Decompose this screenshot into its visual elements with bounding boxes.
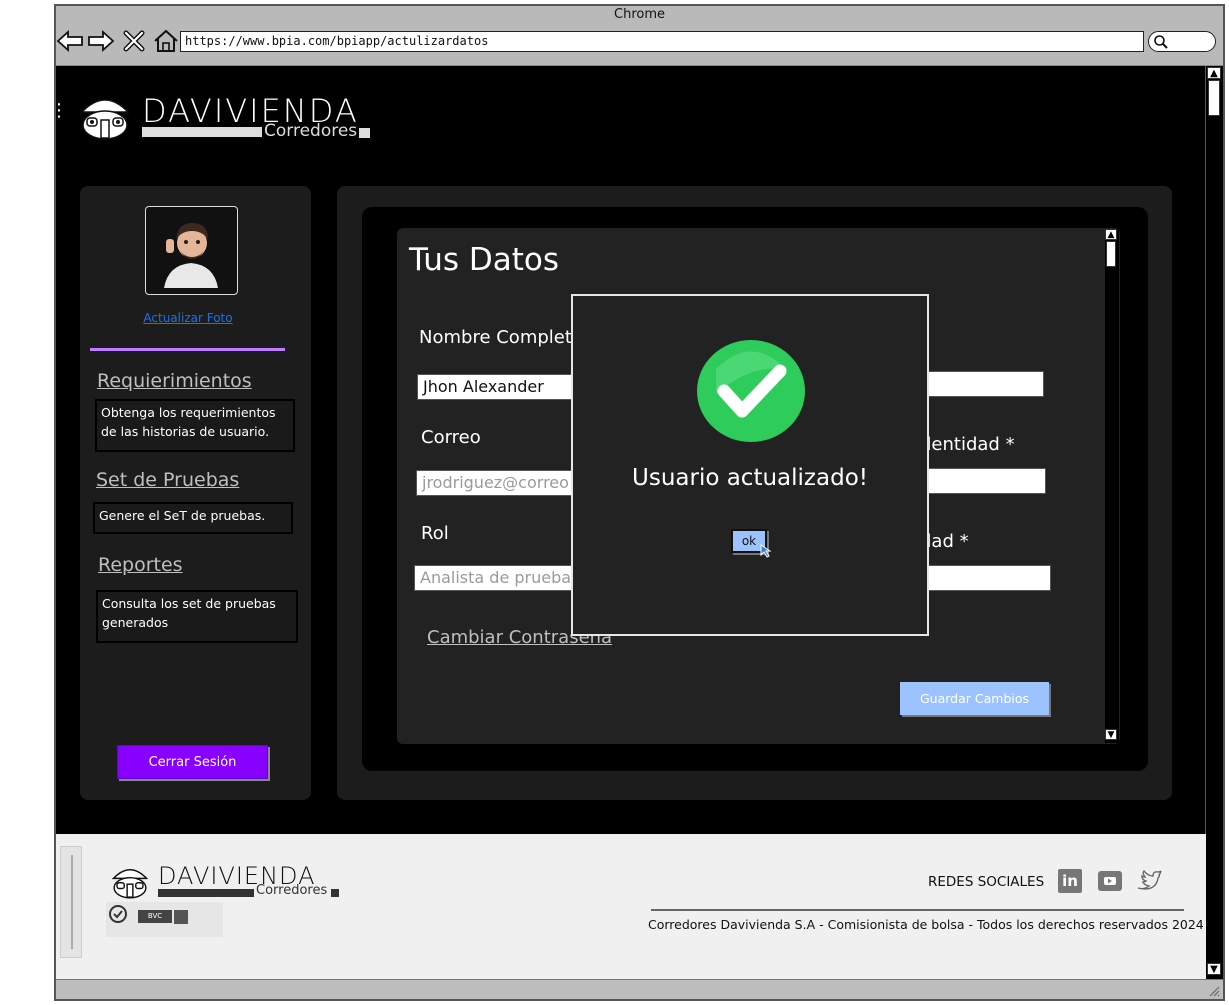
footer-house-logo-icon <box>111 869 149 899</box>
brand-sub: Corredores <box>264 121 358 141</box>
sidebar-divider <box>90 348 285 351</box>
stop-icon[interactable] <box>120 28 148 54</box>
scroll-up-icon[interactable]: ▲ <box>1207 67 1221 79</box>
social-label: REDES SOCIALES <box>928 874 1045 890</box>
brand-bar <box>142 127 262 137</box>
page-title: Tus Datos <box>409 242 560 278</box>
footer-divider <box>651 909 1184 911</box>
card-scroll-up-icon[interactable]: ▲ <box>1105 229 1117 240</box>
url-bar[interactable]: https://www.bpia.com/bpiapp/actulizardat… <box>180 31 1144 52</box>
footer-brand-square <box>331 889 339 897</box>
card-scrollbar[interactable]: ▲ ▼ <box>1105 229 1119 743</box>
footer-brand-sub: Corredores <box>256 883 328 898</box>
avatar <box>145 206 238 295</box>
sidebar-item-set-de-pruebas[interactable]: Set de Pruebas <box>96 469 239 491</box>
scroll-down-icon[interactable]: ▼ <box>1207 963 1221 975</box>
bvc-badge: BVC <box>138 910 172 923</box>
city-input[interactable] <box>920 565 1051 591</box>
id-input[interactable] <box>920 468 1046 494</box>
linkedin-icon[interactable]: in <box>1058 869 1082 893</box>
browser-status-bar <box>56 979 1223 999</box>
forward-icon[interactable] <box>87 28 115 54</box>
resize-grip-icon[interactable] <box>1206 983 1220 997</box>
sidebar-desc-set-de-pruebas: Genere el SeT de pruebas. <box>93 502 293 534</box>
search-icon <box>1154 35 1168 49</box>
brand-square <box>359 128 370 138</box>
footer <box>56 834 1206 979</box>
sidebar-item-reportes[interactable]: Reportes <box>98 554 183 576</box>
id-label: dentidad * <box>920 434 1015 455</box>
email-label: Correo <box>421 427 481 448</box>
footer-logo[interactable]: DAVIVIENDA Corredores <box>108 862 348 904</box>
footer-certifications: BVC <box>106 902 223 937</box>
card-scrollbar-thumb[interactable] <box>1106 241 1116 267</box>
twitter-icon[interactable] <box>1136 870 1162 894</box>
back-icon[interactable] <box>56 28 84 54</box>
copyright-text: Corredores Davivienda S.A - Comisionista… <box>648 917 1204 932</box>
footer-vertical-badge <box>60 846 82 958</box>
footer-vertical-badge-line <box>71 855 73 949</box>
footer-brand-bar <box>158 889 254 897</box>
scrollbar-thumb[interactable] <box>1208 80 1220 116</box>
role-label: Rol <box>421 523 449 544</box>
card-scroll-down-icon[interactable]: ▼ <box>1105 729 1117 740</box>
success-message: Usuario actualizado! <box>632 465 868 491</box>
bvc-badge-icon <box>174 910 188 924</box>
header-logo[interactable]: DAVIVIENDA Corredores <box>78 92 378 148</box>
sidebar-desc-reportes: Consulta los set de pruebas generados <box>96 590 298 643</box>
house-logo-icon <box>80 99 130 140</box>
success-check-icon <box>697 340 805 442</box>
sidebar-item-requerimientos[interactable]: Requierimientos <box>97 370 252 392</box>
logout-button[interactable]: Cerrar Sesión <box>117 745 268 779</box>
home-icon[interactable] <box>152 28 180 54</box>
browser-title: Chrome <box>614 7 665 22</box>
name-label: Nombre Completo <box>419 327 583 348</box>
save-button[interactable]: Guardar Cambios <box>900 682 1049 715</box>
browser-search-box[interactable] <box>1148 31 1216 52</box>
avatar-person-icon <box>152 213 230 288</box>
right-input-1[interactable] <box>920 371 1044 397</box>
cursor-icon <box>760 544 772 558</box>
update-photo-link[interactable]: Actualizar Foto <box>80 311 296 325</box>
page-scrollbar[interactable]: ▲ ▼ <box>1205 66 1221 978</box>
sidebar-desc-requerimientos: Obtenga los requerimientos de las histor… <box>95 399 295 452</box>
menu-handle-icon[interactable]: ⋮ <box>50 100 68 121</box>
certification-seal-icon <box>109 905 127 923</box>
youtube-icon[interactable] <box>1097 869 1123 893</box>
